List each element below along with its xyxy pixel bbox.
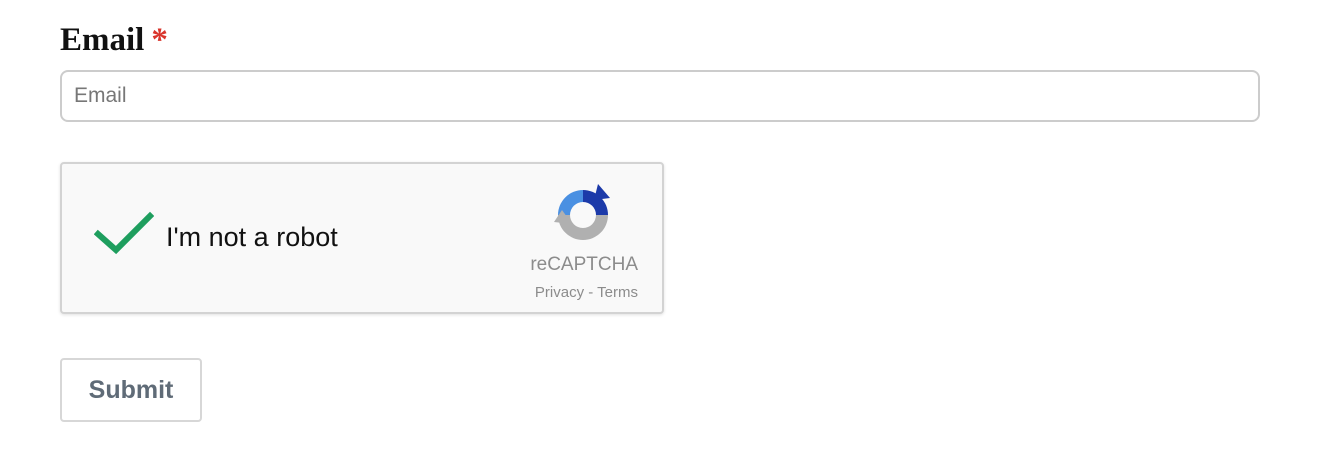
- check-icon[interactable]: [94, 210, 154, 256]
- email-input[interactable]: [60, 70, 1260, 122]
- recaptcha-widget: I'm not a robot reCAPTCHA Privacy - Term…: [60, 162, 664, 314]
- submit-button[interactable]: Submit: [60, 358, 202, 422]
- links-separator: -: [584, 284, 598, 301]
- recaptcha-links: Privacy - Terms: [535, 284, 638, 301]
- privacy-link[interactable]: Privacy: [535, 284, 584, 301]
- recaptcha-brand: reCAPTCHA: [530, 254, 638, 275]
- email-label: Email *: [60, 20, 168, 60]
- terms-link[interactable]: Terms: [597, 284, 638, 301]
- recaptcha-logo-icon: [554, 184, 610, 240]
- email-label-text: Email: [60, 22, 145, 58]
- not-robot-label: I'm not a robot: [166, 222, 338, 252]
- required-asterisk: *: [151, 22, 168, 58]
